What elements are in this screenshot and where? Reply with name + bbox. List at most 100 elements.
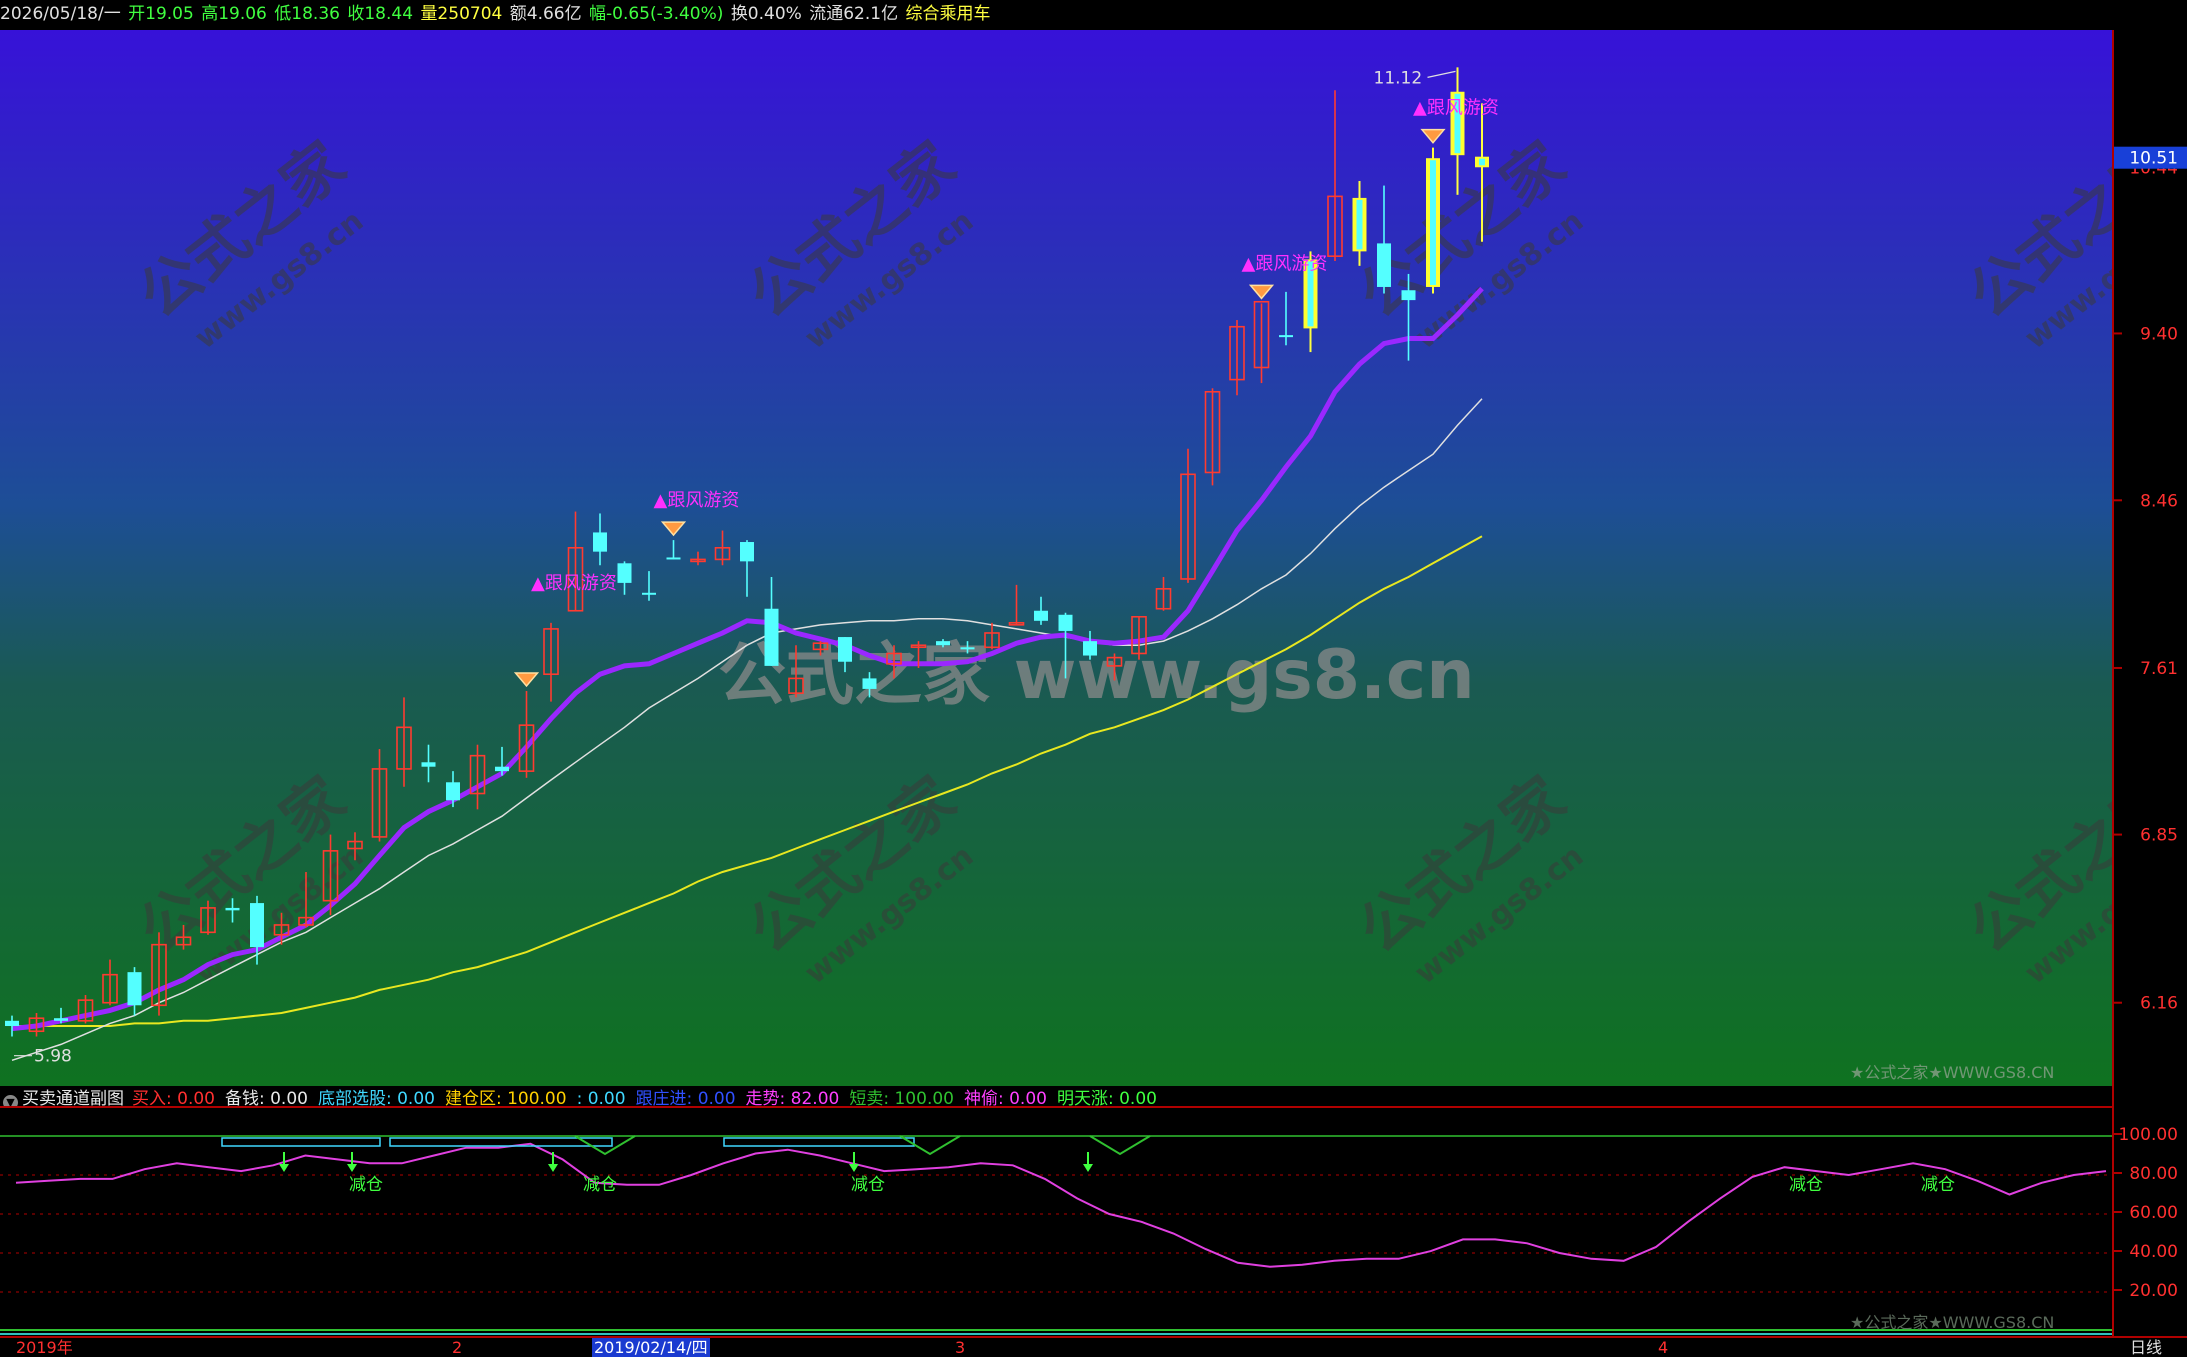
date-year-label: 2019年 [16, 1338, 73, 1357]
candle-body [250, 903, 264, 948]
reduce-position-label: 减仓 [349, 1175, 383, 1195]
candle-body [225, 907, 240, 911]
signal-label: ▲跟风游资 [1242, 253, 1328, 274]
down-arrow-icon [347, 1164, 357, 1172]
candle-body [421, 762, 436, 767]
v-mark [1089, 1135, 1151, 1156]
candle [250, 895, 264, 965]
info-sector: 综合乘用车 [905, 4, 991, 24]
candle [936, 639, 950, 648]
candle [1180, 448, 1196, 583]
candle-body [495, 766, 509, 772]
candle-body [1279, 335, 1293, 338]
candle-body [838, 637, 852, 662]
info-turnover: 换0.40% [730, 4, 802, 24]
candle [151, 932, 167, 1016]
candle-body [617, 563, 632, 583]
candle-body [666, 557, 681, 560]
low-mark-label: 5.98 [34, 1047, 72, 1067]
high-mark-label: 11.12 [1374, 68, 1423, 88]
candle [1083, 630, 1097, 660]
signal-label: ▲跟风游资 [1413, 98, 1499, 119]
candle [1253, 300, 1270, 384]
reduce-position-label: 减仓 [1789, 1175, 1823, 1195]
candle [1426, 147, 1440, 294]
candle [1450, 67, 1465, 195]
down-arrow-icon [548, 1164, 558, 1172]
price-chart-panel[interactable]: 公式之家 www.gs8.cn 公式之家 www.gs8.cn 公式之家 www… [0, 30, 2112, 1086]
candle-body [593, 532, 607, 552]
candle [518, 691, 535, 778]
candle [421, 744, 436, 783]
candle-body [127, 972, 142, 1006]
indicator-panel[interactable]: 减仓 减仓 减仓 减仓 减仓 ★公式之家★WWW.GS8.CN [0, 1106, 2112, 1338]
date-month-4: 4 [1658, 1338, 1669, 1357]
candle [200, 900, 216, 935]
reduce-position-label: 减仓 [583, 1175, 617, 1195]
candle [617, 561, 632, 595]
candle [543, 622, 559, 702]
candle-body-inner [1479, 158, 1485, 166]
candle [1327, 90, 1343, 262]
candle [764, 576, 779, 666]
candle-body [1083, 641, 1097, 656]
candle [1106, 653, 1123, 681]
diamond-icon [1420, 128, 1446, 144]
high-mark-arrow [1427, 70, 1456, 78]
candle [960, 641, 975, 654]
candle [225, 898, 240, 923]
candle [838, 637, 852, 673]
candle [567, 511, 584, 612]
indicator-chart[interactable]: 减仓 减仓 减仓 减仓 减仓 ★公式之家★WWW.GS8.CN [0, 1108, 2112, 1338]
candle [788, 645, 804, 698]
candlestick-chart[interactable]: ▲跟风游资 ▲跟风游资 ▲跟风游资 ▲跟风游资 11.12 5.98 [0, 30, 2112, 1086]
candle-body [642, 592, 656, 595]
info-volume: 量250704 [420, 4, 503, 24]
candle [127, 967, 142, 1016]
date-month-3: 3 [955, 1338, 966, 1357]
candle-body [936, 641, 950, 646]
candle [642, 571, 656, 601]
diamond-icon [660, 521, 687, 537]
candle [812, 641, 829, 656]
candle [690, 551, 706, 566]
info-close: 收18.44 [347, 4, 414, 24]
info-high: 高19.06 [201, 4, 267, 24]
candle [1034, 596, 1048, 625]
candle-body [740, 542, 754, 562]
candle-body [5, 1020, 19, 1027]
candle [714, 530, 731, 566]
candle [1058, 612, 1073, 679]
info-low: 低18.36 [274, 4, 340, 24]
channel-box [723, 1137, 915, 1147]
diamond-icon [513, 672, 540, 688]
candle [1204, 388, 1221, 486]
reduce-position-label: 减仓 [851, 1175, 885, 1195]
candle-body [54, 1018, 68, 1021]
candle-body [764, 608, 779, 666]
down-arrow-icon [279, 1164, 289, 1172]
info-date: 2026/05/18/一 [0, 4, 121, 24]
candle-body [1034, 610, 1048, 621]
candle [740, 540, 754, 597]
candle [593, 513, 607, 566]
candle [102, 959, 118, 1006]
info-amount: 额4.66亿 [509, 4, 582, 24]
candle [1475, 103, 1489, 242]
candle [862, 672, 877, 698]
period-label[interactable]: 日线 [2130, 1338, 2162, 1357]
down-arrow-icon [849, 1164, 859, 1172]
stock-info-bar: 2026/05/18/一 开19.05 高19.06 低18.36 收18.44… [0, 0, 2187, 30]
candle-body [960, 647, 975, 650]
candle-body-inner [1356, 199, 1363, 250]
candle-body-inner [1430, 160, 1436, 285]
candle [984, 622, 1000, 650]
info-open: 开19.05 [128, 4, 194, 24]
candle [1229, 320, 1245, 396]
date-cursor-label: 2019/02/14/四 [592, 1338, 710, 1357]
candle [1279, 291, 1293, 346]
candle [1377, 185, 1391, 294]
candle [175, 924, 192, 950]
candle-body [1058, 614, 1073, 631]
candle [396, 697, 412, 787]
